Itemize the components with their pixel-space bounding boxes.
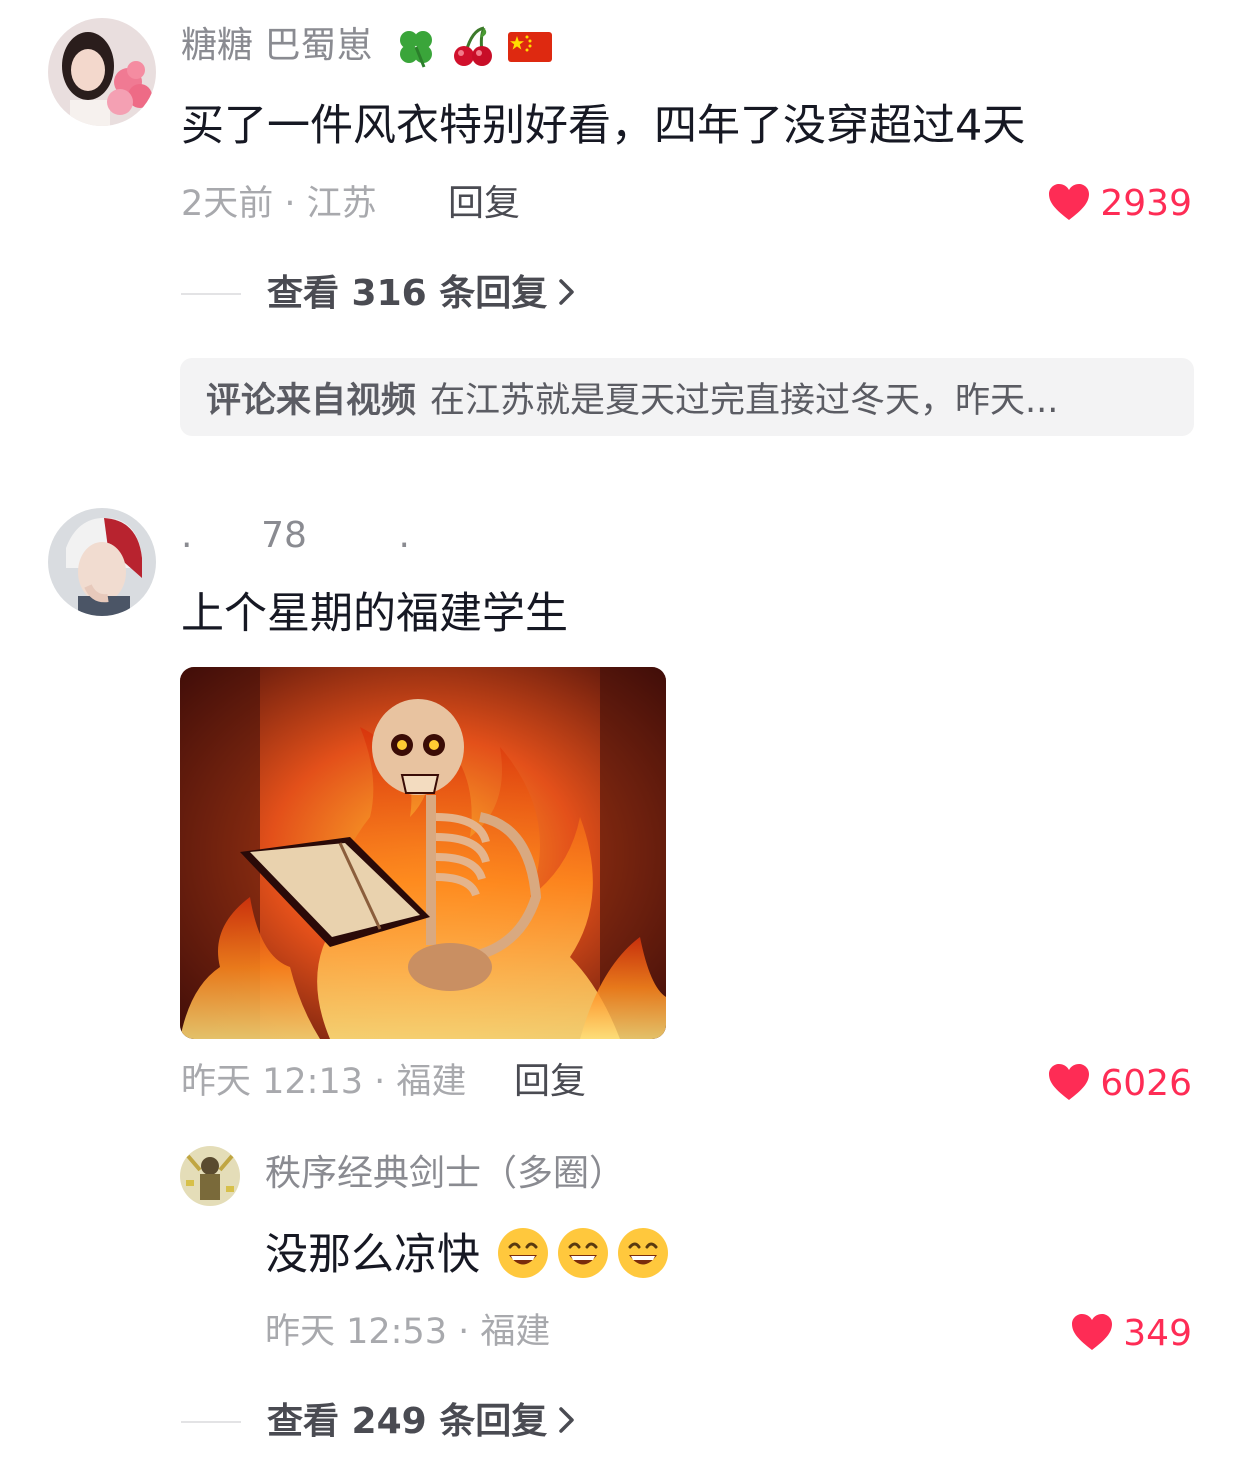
clover-icon xyxy=(394,25,438,73)
like-button[interactable]: 2939 xyxy=(1048,180,1192,228)
comment-text: 上个星期的福建学生 xyxy=(181,589,568,639)
chevron-right-icon xyxy=(557,1405,577,1439)
china-flag-icon xyxy=(508,32,552,66)
chevron-right-icon xyxy=(557,277,577,311)
view-replies-label: 查看 316 条回复 xyxy=(267,273,548,314)
cherry-icon xyxy=(450,24,496,74)
comment-image[interactable] xyxy=(180,667,666,1039)
heart-icon xyxy=(1048,183,1090,225)
like-count: 2939 xyxy=(1100,183,1192,224)
reply-time-location: 昨天 12:53 · 福建 xyxy=(265,1312,551,1352)
view-replies-label: 查看 249 条回复 xyxy=(267,1401,548,1442)
user-badges xyxy=(394,24,552,74)
reply-text: 没那么凉快 xyxy=(265,1230,480,1280)
avatar[interactable] xyxy=(48,18,156,126)
heart-icon xyxy=(1048,1063,1090,1105)
avatar[interactable] xyxy=(48,508,156,616)
reply-button[interactable]: 回复 xyxy=(514,1058,586,1106)
like-count: 349 xyxy=(1123,1313,1192,1354)
comment-username[interactable]: . 78 . xyxy=(181,512,410,560)
comment-time-location: 2天前 · 江苏 xyxy=(181,184,377,224)
view-replies-button[interactable]: 查看 316 条回复 xyxy=(181,270,577,318)
source-text: 在江苏就是夏天过完直接过冬天，昨天... xyxy=(430,380,1059,421)
reply-text-row: 没那么凉快 xyxy=(265,1226,670,1284)
divider xyxy=(181,1421,241,1423)
grin-emoji-icon xyxy=(616,1226,670,1284)
comment-text: 买了一件风衣特别好看，四年了没穿超过4天 xyxy=(181,101,1026,151)
reply-username[interactable]: 秩序经典剑士（多圈） xyxy=(265,1150,625,1198)
source-label: 评论来自视频 xyxy=(206,380,417,421)
grin-emoji-icon xyxy=(556,1226,610,1284)
like-button[interactable]: 349 xyxy=(1071,1310,1192,1358)
comment-time-location: 昨天 12:13 · 福建 xyxy=(181,1062,467,1102)
avatar[interactable] xyxy=(180,1146,240,1206)
heart-icon xyxy=(1071,1313,1113,1355)
like-count: 6026 xyxy=(1100,1063,1192,1104)
comment-source-box[interactable]: 评论来自视频 在江苏就是夏天过完直接过冬天，昨天... xyxy=(180,358,1194,436)
like-button[interactable]: 6026 xyxy=(1048,1060,1192,1108)
reply-button[interactable]: 回复 xyxy=(448,180,520,228)
divider xyxy=(181,293,241,295)
burning-skeleton-image xyxy=(180,667,666,1039)
comment-username[interactable]: 糖糖 巴蜀崽 xyxy=(181,22,372,70)
grin-emoji-icon xyxy=(496,1226,550,1284)
view-replies-button[interactable]: 查看 249 条回复 xyxy=(181,1398,577,1446)
